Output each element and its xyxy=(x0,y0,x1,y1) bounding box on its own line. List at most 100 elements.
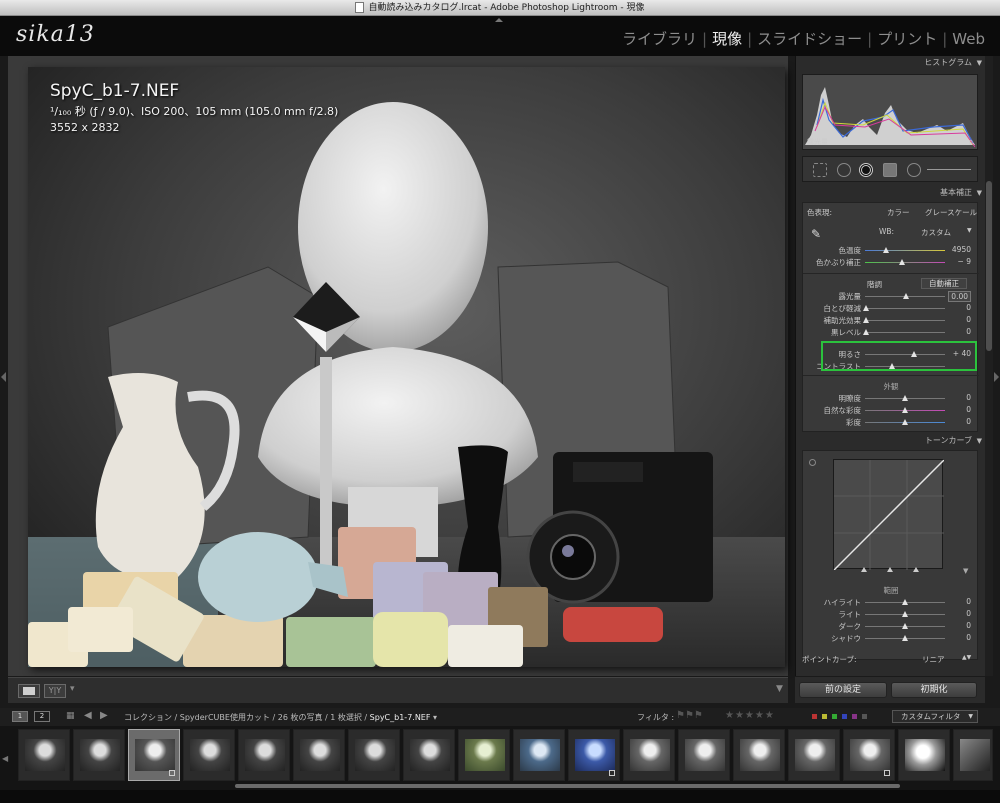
tone-curve-graph[interactable] xyxy=(833,459,945,571)
window-1-button[interactable]: 1 xyxy=(12,711,28,722)
grid-view-icon[interactable]: ▦ xyxy=(66,711,75,721)
filmstrip-thumbnail[interactable] xyxy=(238,729,290,781)
wb-value-select[interactable]: カスタム xyxy=(921,227,951,238)
blacks-slider-knob[interactable] xyxy=(863,329,869,335)
darks-slider-knob[interactable] xyxy=(902,623,908,629)
highlights-slider-knob[interactable] xyxy=(902,599,908,605)
filmstrip[interactable]: ◀ xyxy=(0,726,1000,790)
filmstrip-thumbnail[interactable] xyxy=(623,729,675,781)
filmstrip-thumbnail[interactable] xyxy=(843,729,895,781)
shadows-slider-knob[interactable] xyxy=(902,635,908,641)
exposure-slider-knob[interactable] xyxy=(903,293,909,299)
darks-slider[interactable]: ダーク 0 xyxy=(803,621,979,632)
fill-light-slider-knob[interactable] xyxy=(863,317,869,323)
targeted-adjustment-icon[interactable] xyxy=(809,459,816,466)
filmstrip-thumbnail[interactable] xyxy=(953,729,993,781)
right-panel-scrollbar[interactable] xyxy=(985,56,993,676)
left-panel-toggle-icon[interactable] xyxy=(1,372,6,382)
rating-filter-stars[interactable]: ★★★★★ xyxy=(725,710,775,721)
histogram-header[interactable]: ヒストグラム xyxy=(796,56,986,70)
view-options-chevron-icon[interactable]: ▾ xyxy=(70,684,75,694)
highlights-slider[interactable]: ハイライト 0 xyxy=(803,597,979,608)
red-eye-tool-icon[interactable] xyxy=(859,163,873,177)
crop-tool-icon[interactable] xyxy=(813,163,827,177)
vibrance-slider[interactable]: 自然な彩度 0 xyxy=(803,405,979,416)
module-slideshow[interactable]: スライドショー xyxy=(754,30,865,48)
saturation-slider-knob[interactable] xyxy=(902,419,908,425)
reset-button[interactable]: 初期化 xyxy=(891,682,977,698)
window-2-button[interactable]: 2 xyxy=(34,711,50,722)
clarity-slider[interactable]: 明瞭度 0 xyxy=(803,393,979,404)
filmstrip-thumbnail[interactable] xyxy=(403,729,455,781)
module-develop[interactable]: 現像 xyxy=(709,30,745,48)
filmstrip-scrollbar[interactable] xyxy=(235,784,900,788)
recovery-slider-knob[interactable] xyxy=(863,305,869,311)
filmstrip-thumbnail[interactable] xyxy=(898,729,950,781)
module-web[interactable]: Web xyxy=(949,30,988,48)
tint-slider[interactable]: 色かぶり補正 − 9 xyxy=(803,257,979,268)
blacks-slider[interactable]: 黒レベル 0 xyxy=(803,327,979,338)
filmstrip-thumbnail[interactable] xyxy=(568,729,620,781)
curve-split-knob-3[interactable] xyxy=(913,567,919,572)
before-after-button[interactable]: Y|Y xyxy=(44,684,66,698)
color-label-blue[interactable] xyxy=(842,714,847,719)
filmstrip-thumbnail[interactable] xyxy=(73,729,125,781)
forward-arrow-icon[interactable]: ▶ xyxy=(100,710,108,721)
filmstrip-thumbnail[interactable] xyxy=(513,729,565,781)
top-panel-toggle-icon[interactable] xyxy=(495,18,503,22)
temp-slider[interactable]: 色温度 4950 xyxy=(803,245,979,256)
color-label-red[interactable] xyxy=(812,714,817,719)
toolbar-menu-chevron-icon[interactable]: ▼ xyxy=(776,684,783,694)
auto-tone-button[interactable]: 自動補正 xyxy=(921,278,967,289)
loupe-view-button[interactable] xyxy=(18,684,40,698)
clarity-slider-knob[interactable] xyxy=(902,395,908,401)
curve-expand-icon[interactable]: ▼ xyxy=(963,567,968,575)
custom-filter-select[interactable]: カスタムフィルタ ▼ xyxy=(892,710,978,723)
brush-slider-track[interactable] xyxy=(927,169,971,170)
tint-slider-knob[interactable] xyxy=(899,259,905,265)
filmstrip-thumbnail[interactable] xyxy=(183,729,235,781)
spot-removal-tool-icon[interactable] xyxy=(837,163,851,177)
treatment-color-option[interactable]: カラー xyxy=(887,207,910,218)
module-library[interactable]: ライブラリ xyxy=(619,30,700,48)
point-curve-select[interactable]: リニア xyxy=(922,654,945,665)
color-label-yellow[interactable] xyxy=(822,714,827,719)
color-label-green[interactable] xyxy=(832,714,837,719)
module-print[interactable]: プリント xyxy=(874,30,940,48)
tone-curve-header[interactable]: トーンカーブ xyxy=(796,434,986,448)
filmstrip-thumbnail-selected[interactable] xyxy=(128,729,180,781)
recovery-slider[interactable]: 白とび軽減 0 xyxy=(803,303,979,314)
exposure-slider[interactable]: 露光量 0.00 xyxy=(803,291,979,302)
curve-split-knob-2[interactable] xyxy=(887,567,893,572)
saturation-slider[interactable]: 彩度 0 xyxy=(803,417,979,428)
vibrance-slider-knob[interactable] xyxy=(902,407,908,413)
photo-canvas[interactable]: SpyC_b1-7.NEF ¹/₁₀₀ 秒 (ƒ / 9.0)、ISO 200、… xyxy=(28,67,785,667)
filmstrip-thumbnail[interactable] xyxy=(788,729,840,781)
color-label-purple[interactable] xyxy=(852,714,857,719)
wb-dropdown-icon[interactable]: ▼ xyxy=(967,227,972,234)
filmstrip-thumbnail[interactable] xyxy=(348,729,400,781)
flag-filter-icon[interactable]: ⚑⚑⚑ xyxy=(676,710,703,721)
treatment-grayscale-option[interactable]: グレースケール xyxy=(925,207,977,218)
lights-slider-knob[interactable] xyxy=(902,611,908,617)
filmstrip-thumbnail[interactable] xyxy=(458,729,510,781)
fill-light-slider[interactable]: 補助光効果 0 xyxy=(803,315,979,326)
shadows-slider[interactable]: シャドウ 0 xyxy=(803,633,979,644)
adjustment-brush-icon[interactable] xyxy=(907,163,921,177)
graduated-filter-icon[interactable] xyxy=(883,163,897,177)
temp-slider-knob[interactable] xyxy=(883,247,889,253)
filmstrip-thumbnail[interactable] xyxy=(18,729,70,781)
right-panel-toggle-icon[interactable] xyxy=(994,372,999,382)
filmstrip-thumbnail[interactable] xyxy=(678,729,730,781)
point-curve-dropdown-icon[interactable]: ▲▼ xyxy=(962,654,971,661)
curve-split-knob-1[interactable] xyxy=(861,567,867,572)
color-label-none[interactable] xyxy=(862,714,867,719)
filmstrip-thumbnail[interactable] xyxy=(293,729,345,781)
filmstrip-left-arrow-icon[interactable]: ◀ xyxy=(2,754,8,763)
back-arrow-icon[interactable]: ◀ xyxy=(84,710,92,721)
right-panel-scroll-thumb[interactable] xyxy=(986,181,992,351)
previous-settings-button[interactable]: 前の設定 xyxy=(799,682,887,698)
basic-panel-header[interactable]: 基本補正 xyxy=(796,186,986,200)
lights-slider[interactable]: ライト 0 xyxy=(803,609,979,620)
filmstrip-thumbnail[interactable] xyxy=(733,729,785,781)
